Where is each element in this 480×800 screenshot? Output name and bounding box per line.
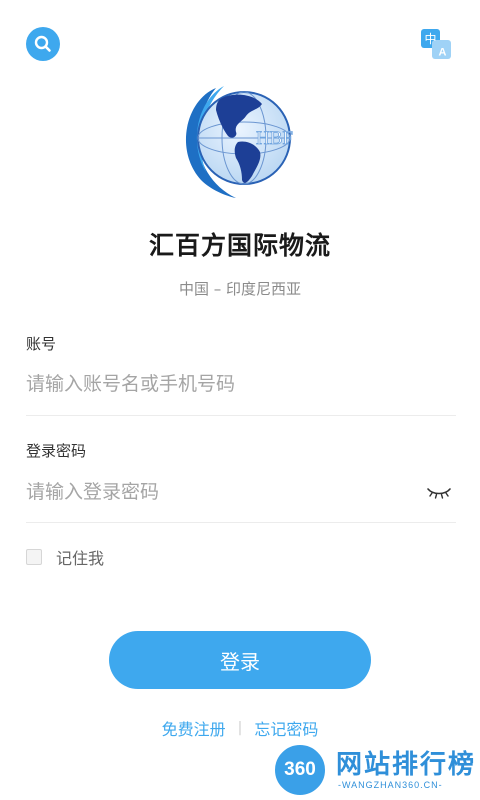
register-link[interactable]: 免费注册 — [162, 716, 226, 740]
search-icon — [34, 35, 51, 52]
route-subtitle: 中国 – 印度尼西亚 — [178, 280, 302, 298]
app-title: 汇百方国际物流 — [148, 231, 331, 260]
language-badge-a: A — [439, 47, 447, 59]
password-input[interactable] — [26, 476, 406, 508]
eye-closed-icon[interactable] — [426, 484, 452, 500]
watermark-subtext: -WANGZHAN360.CN- — [338, 780, 443, 790]
watermark-badge: 360 — [272, 742, 328, 798]
link-separator: | — [237, 720, 243, 736]
login-page: 中 A HBF 汇百方国际物流 中国 – 印度尼西亚 账号 登录密码 — [0, 0, 480, 800]
language-badge-zh: 中 — [424, 31, 436, 46]
language-button[interactable]: 中 A — [419, 27, 453, 61]
remember-me[interactable]: 记住我 — [26, 545, 104, 569]
remember-checkbox[interactable] — [26, 549, 42, 565]
company-logo: HBF — [185, 86, 293, 198]
search-button[interactable] — [26, 27, 60, 61]
password-divider — [26, 522, 456, 523]
remember-label: 记住我 — [56, 549, 105, 568]
watermark: 360 网站排行榜 -WANGZHAN360.CN- — [266, 736, 480, 800]
translate-icon: 中 A — [421, 29, 451, 59]
watermark-text: 网站排行榜 — [336, 750, 477, 780]
account-input[interactable] — [26, 368, 416, 400]
password-label: 登录密码 — [26, 442, 87, 460]
login-button[interactable]: 登录 — [109, 631, 371, 689]
account-divider — [26, 415, 456, 416]
account-label: 账号 — [26, 335, 57, 353]
logo-text: HBF — [256, 128, 293, 149]
